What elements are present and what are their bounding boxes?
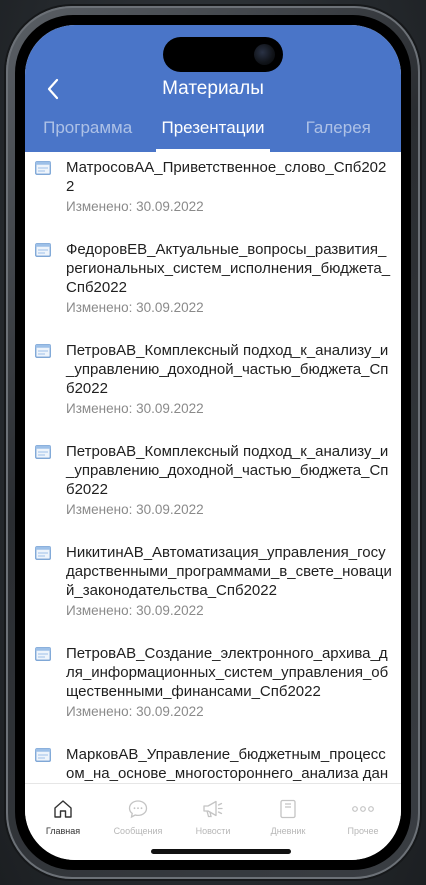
home-icon [54, 800, 72, 818]
dynamic-island [163, 37, 283, 72]
presentation-file-icon [35, 243, 51, 257]
document-name: НикитинАВ_Автоматизация_управления_госуд… [66, 544, 392, 599]
chat-bubble-icon [128, 800, 148, 819]
document-name: ПетровАВ_Создание_электронного_архива_дл… [66, 645, 389, 700]
tabbar-label: Прочее [347, 826, 379, 836]
home-indicator [151, 849, 291, 854]
presentation-file-icon [35, 647, 51, 661]
document-item-body: МатросовАА_Приветственное_слово_Спб2022 И… [66, 158, 393, 216]
presentation-file-icon [35, 546, 51, 560]
documents-list: МатросовАА_Приветственное_слово_Спб2022 И… [25, 152, 401, 783]
camera-icon [254, 44, 275, 65]
document-modified-date: Изменено: 30.09.2022 [66, 502, 204, 517]
tabbar-label: Новости [195, 826, 231, 836]
app-header: Материалы Программа Презентации Галерея [25, 25, 401, 152]
tabbar-label: Главная [45, 826, 81, 836]
document-modified-date: Изменено: 30.09.2022 [66, 199, 204, 214]
document-item[interactable]: МатросовАА_Приветственное_слово_Спб2022 И… [25, 152, 401, 216]
document-item[interactable]: МарковАВ_Управление_бюджетным_процессом_… [25, 741, 401, 783]
document-item-body: ФедоровЕВ_Актуальные_вопросы_развития_ре… [66, 240, 393, 317]
app-screen: Материалы Программа Презентации Галерея … [25, 25, 401, 860]
tabbar-item-diary[interactable]: Дневник [250, 798, 326, 837]
megaphone-icon [203, 800, 223, 818]
document-modified-date: Изменено: 30.09.2022 [66, 401, 204, 416]
tabbar-label: Сообщения [113, 826, 163, 836]
document-item[interactable]: ПетровАВ_Создание_электронного_архива_дл… [25, 640, 401, 721]
presentation-file-icon [35, 445, 51, 459]
document-item-body: НикитинАВ_Автоматизация_управления_госуд… [66, 543, 393, 620]
document-modified-date: Изменено: 30.09.2022 [66, 603, 204, 618]
document-name: МатросовАА_Приветственное_слово_Спб2022 [66, 159, 387, 195]
tabbar-label: Дневник [270, 826, 306, 836]
document-item[interactable]: НикитинАВ_Автоматизация_управления_госуд… [25, 539, 401, 620]
tab-bar-top: Программа Презентации Галерея [25, 114, 401, 152]
document-item-body: ПетровАВ_Комплексный подход_к_анализу_и_… [66, 341, 393, 418]
tabbar-item-news[interactable]: Новости [175, 798, 251, 837]
more-dots-icon [352, 806, 374, 812]
document-item[interactable]: ФедоровЕВ_Актуальные_вопросы_развития_ре… [25, 236, 401, 317]
document-item-body: ПетровАВ_Комплексный подход_к_анализу_и_… [66, 442, 393, 519]
presentation-file-icon [35, 748, 51, 762]
document-item-body: МарковАВ_Управление_бюджетным_процессом_… [66, 745, 393, 783]
notebook-icon [280, 799, 296, 819]
document-name: ПетровАВ_Комплексный подход_к_анализу_и_… [66, 342, 389, 397]
document-item[interactable]: ПетровАВ_Комплексный подход_к_анализу_и_… [25, 438, 401, 519]
tabbar-item-more[interactable]: Прочее [325, 798, 401, 837]
tabbar-item-home[interactable]: Главная [25, 798, 101, 837]
tab-presentations[interactable]: Презентации [150, 114, 275, 152]
tab-gallery[interactable]: Галерея [276, 114, 401, 152]
presentation-file-icon [35, 161, 51, 175]
document-modified-date: Изменено: 30.09.2022 [66, 300, 204, 315]
tab-program[interactable]: Программа [25, 114, 150, 152]
document-name: ФедоровЕВ_Актуальные_вопросы_развития_ре… [66, 241, 391, 296]
document-item[interactable]: ПетровАВ_Комплексный подход_к_анализу_и_… [25, 337, 401, 418]
presentation-file-icon [35, 344, 51, 358]
document-name: МарковАВ_Управление_бюджетным_процессом_… [66, 746, 389, 782]
page-title: Материалы [162, 78, 264, 99]
document-name: ПетровАВ_Комплексный подход_к_анализу_и_… [66, 443, 389, 498]
tabbar-item-messages[interactable]: Сообщения [100, 798, 176, 837]
document-modified-date: Изменено: 30.09.2022 [66, 704, 204, 719]
document-item-body: ПетровАВ_Создание_электронного_архива_дл… [66, 644, 393, 721]
